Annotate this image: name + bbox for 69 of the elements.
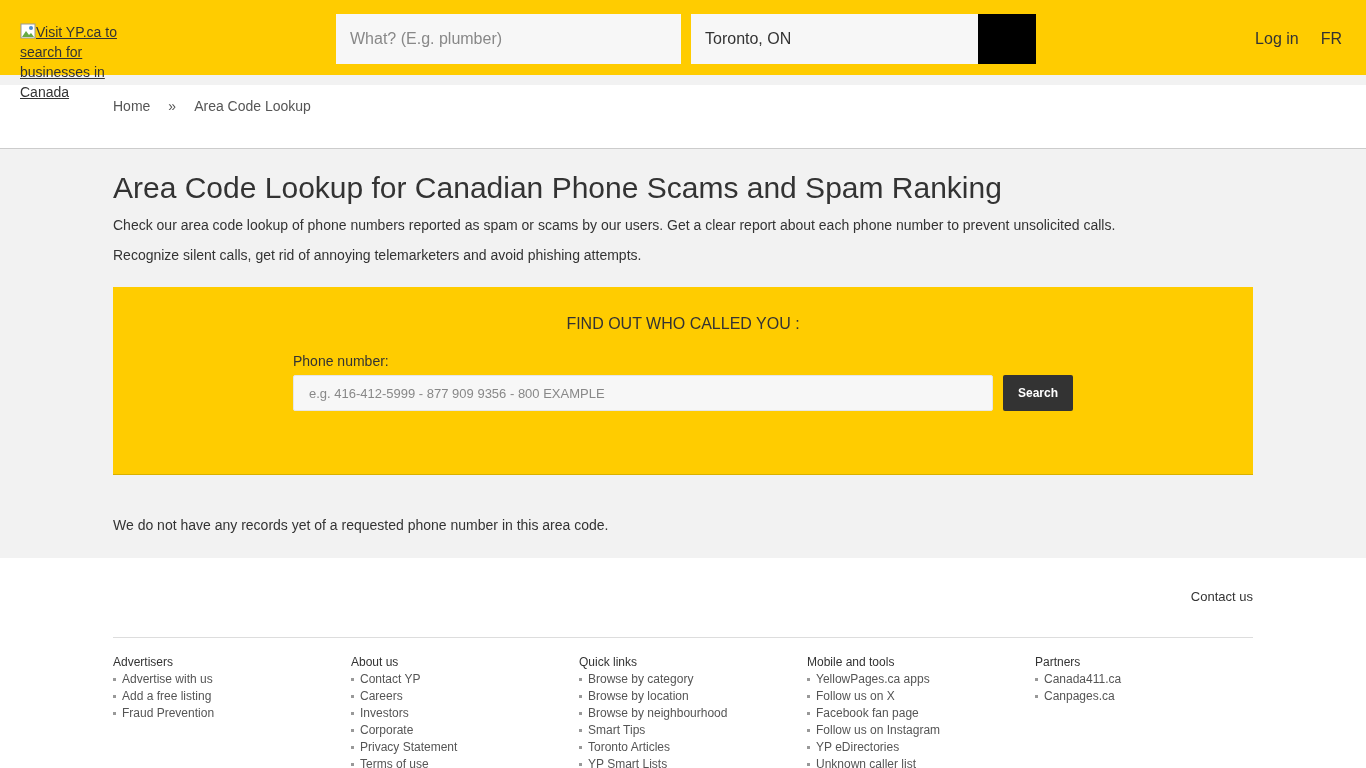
footer-heading: Partners <box>1035 654 1082 671</box>
footer-link[interactable]: Advertise with us <box>122 671 213 688</box>
footer-link[interactable]: Facebook fan page <box>816 705 919 722</box>
bullet-icon <box>807 746 810 749</box>
bullet-icon <box>351 712 354 715</box>
footer-link[interactable]: YP Smart Lists <box>588 756 668 768</box>
bullet-icon <box>113 712 116 715</box>
footer-link[interactable]: Follow us on X <box>816 688 895 705</box>
footer-link[interactable]: Fraud Prevention <box>122 705 215 722</box>
footer-link[interactable]: Browse by category <box>588 671 694 688</box>
bullet-icon <box>579 746 582 749</box>
bullet-icon <box>1035 695 1038 698</box>
bullet-icon <box>807 695 810 698</box>
bullet-icon <box>807 678 810 681</box>
footer-link[interactable]: Add a free listing <box>122 688 212 705</box>
bullet-icon <box>579 712 582 715</box>
footer-link[interactable]: Terms of use <box>360 756 429 768</box>
bullet-icon <box>113 695 116 698</box>
search-button[interactable]: Search <box>1002 375 1073 411</box>
bullet-icon <box>579 729 582 732</box>
bullet-icon <box>351 678 354 681</box>
breadcrumb-separator: » <box>168 98 177 116</box>
phone-label: Phone number: <box>293 353 390 369</box>
bullet-icon <box>351 763 354 766</box>
footer-link[interactable]: Toronto Articles <box>588 739 671 756</box>
footer-link[interactable]: Contact YP <box>360 671 421 688</box>
footer-link[interactable]: Privacy Statement <box>360 739 458 756</box>
footer-heading: Advertisers <box>113 654 175 671</box>
breadcrumb-link[interactable]: Home <box>113 98 151 148</box>
intro-text: Check our area code lookup of phone numbers reported as spam or scams by our users. Get a clear report about each phone number to prevent unsolicited calls. <box>113 216 1117 235</box>
footer-link[interactable]: Browse by neighbourhood <box>588 705 728 722</box>
notice-text: We do not have any records yet of a requested phone number in this area code. <box>113 517 610 533</box>
footer-link[interactable]: Canada411.ca <box>1044 671 1122 688</box>
bullet-icon <box>1035 678 1038 681</box>
footer-link[interactable]: Canpages.ca <box>1044 688 1115 705</box>
footer-link[interactable]: Careers <box>360 688 403 705</box>
breadcrumb-link[interactable]: Area Code Lookup <box>194 98 311 148</box>
bullet-icon <box>113 678 116 681</box>
what-search-field[interactable]: What? (E.g. plumber) <box>336 14 681 64</box>
bullet-icon <box>351 695 354 698</box>
footer-heading: Mobile and tools <box>807 654 896 671</box>
footer-link[interactable]: YellowPages.ca apps <box>816 671 930 688</box>
bullet-icon <box>579 763 582 766</box>
bullet-icon <box>351 746 354 749</box>
footer-link[interactable]: Corporate <box>360 722 414 739</box>
header-link[interactable]: FR <box>1320 30 1342 48</box>
location-field[interactable]: Toronto, ON <box>691 14 978 64</box>
footer-link[interactable]: Smart Tips <box>588 722 646 739</box>
footer-link[interactable]: Browse by location <box>588 688 689 705</box>
bullet-icon <box>579 678 582 681</box>
page-title: Area Code Lookup for Canadian Phone Scams and Spam Ranking <box>113 171 1003 205</box>
bullet-icon <box>579 695 582 698</box>
footer-link[interactable]: Unknown caller list <box>816 756 917 768</box>
footer-heading: Quick links <box>579 654 638 671</box>
bullet-icon <box>807 712 810 715</box>
phone-field[interactable]: e.g. 416-412-5999 - 877 909 9356 - 800 EXAMPLE <box>293 375 993 411</box>
bullet-icon <box>351 729 354 732</box>
intro-text: Recognize silent calls, get rid of annoying telemarketers and avoid phishing attempts. <box>113 246 643 265</box>
search-button[interactable] <box>978 14 1036 64</box>
bullet-icon <box>807 729 810 732</box>
footer-link[interactable]: YP eDirectories <box>816 739 900 756</box>
contact-link[interactable]: Contact us <box>1190 589 1253 604</box>
footer-link[interactable]: Follow us on Instagram <box>816 722 941 739</box>
footer-heading: About us <box>351 654 400 671</box>
header-link[interactable]: Log in <box>1255 30 1299 48</box>
broken-image-icon <box>20 23 36 39</box>
bullet-icon <box>807 763 810 766</box>
footer-link[interactable]: Investors <box>360 705 409 722</box>
lookup-heading: FIND OUT WHO CALLED YOU : <box>565 315 801 333</box>
